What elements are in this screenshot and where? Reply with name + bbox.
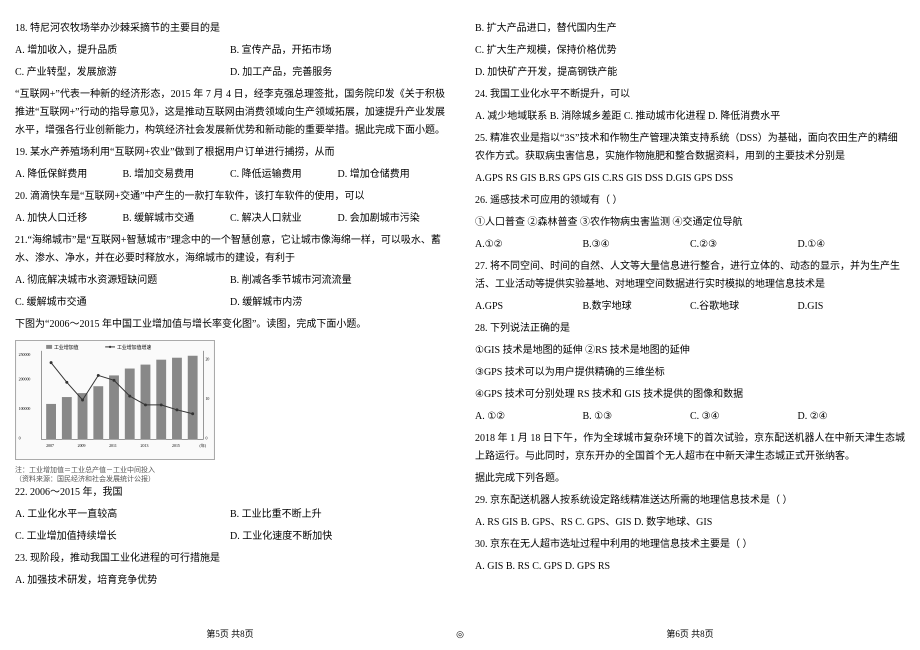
q20-opts: A. 加快人口迁移 B. 缓解城市交通 C. 解决人口就业 D. 会加剧城市污染 xyxy=(15,210,445,228)
q25-stem: 25. 精准农业是指以“3S”技术和作物生产管理决策支持系统（DSS）为基础，面… xyxy=(475,130,905,166)
q22-optB: B. 工业比重不断上升 xyxy=(230,506,445,524)
q21-optC: C. 缓解城市交通 xyxy=(15,294,230,312)
q26-optB: B.③④ xyxy=(583,236,691,254)
q23-optA: A. 加强技术研发，培育竞争优势 xyxy=(15,572,445,590)
svg-text:2015: 2015 xyxy=(172,443,180,448)
q26-optA: A.①② xyxy=(475,236,583,254)
industrial-value-chart: 工业增加值 工业增加值增速 2007 2009 2011 2013 2015 (… xyxy=(15,340,215,460)
svg-text:250000: 250000 xyxy=(19,352,31,357)
q22-opts-row2: C. 工业增加值持续增长 D. 工业化速度不断加快 xyxy=(15,528,445,546)
q26-optD: D.①④ xyxy=(798,236,906,254)
q24-stem: 24. 我国工业化水平不断提升，可以 xyxy=(475,86,905,104)
chart-caption: 注：工业增加值＝工业总产值－工业中间投入 （资料来源：国民经济和社会发展统计公报… xyxy=(15,466,445,484)
right-column: B. 扩大产品进口，替代国内生产 C. 扩大生产规模，保持价格优势 D. 加快矿… xyxy=(460,0,920,650)
passage-jd-robot: 2018 年 1 月 18 日下午，作为全球城市复杂环境下的首次试验，京东配送机… xyxy=(475,430,905,466)
q28-optD: D. ②④ xyxy=(798,408,906,426)
q22-opts-row1: A. 工业化水平一直较高 B. 工业比重不断上升 xyxy=(15,506,445,524)
q28-optA: A. ①② xyxy=(475,408,583,426)
q26-stem: 26. 遥感技术可应用的领域有（ ） xyxy=(475,192,905,210)
q19-optB: B. 增加交易费用 xyxy=(123,166,231,184)
legend-bar: 工业增加值 xyxy=(54,344,79,351)
q19-opts: A. 降低保鲜费用 B. 增加交易费用 C. 降低运输费用 D. 增加仓储费用 xyxy=(15,166,445,184)
q23-optB: B. 扩大产品进口，替代国内生产 xyxy=(475,20,905,38)
q29-opts: A. RS GIS B. GPS、RS C. GPS、GIS D. 数字地球、G… xyxy=(475,514,905,532)
svg-text:2011: 2011 xyxy=(109,443,117,448)
q21-optB: B. 削减各季节城市河流流量 xyxy=(230,272,445,290)
passage-internet-plus: “互联网+”代表一种新的经济形态，2015 年 7 月 4 日，经李克强总理签批… xyxy=(15,86,445,140)
svg-text:100000: 100000 xyxy=(19,406,31,411)
svg-text:0: 0 xyxy=(205,435,207,440)
q29-stem: 29. 京东配送机器人按系统设定路线精准送达所需的地理信息技术是（ ） xyxy=(475,492,905,510)
q28-item4: ④GPS 技术可分别处理 RS 技术和 GIS 技术提供的图像和数据 xyxy=(475,386,905,404)
q22-optD: D. 工业化速度不断加快 xyxy=(230,528,445,546)
svg-text:200000: 200000 xyxy=(19,376,31,381)
q18-optB: B. 宣传产品，开拓市场 xyxy=(230,42,445,60)
q18-optC: C. 产业转型，发展旅游 xyxy=(15,64,230,82)
q18-opts-row2: C. 产业转型，发展旅游 D. 加工产品，完善服务 xyxy=(15,64,445,82)
q20-optC: C. 解决人口就业 xyxy=(230,210,338,228)
svg-text:20: 20 xyxy=(205,357,209,362)
q23-stem: 23. 现阶段，推动我国工业化进程的可行措施是 xyxy=(15,550,445,568)
q18-opts-row1: A. 增加收入，提升品质 B. 宣传产品，开拓市场 xyxy=(15,42,445,60)
q21-opts-row1: A. 彻底解决城市水资源短缺问题 B. 削减各季节城市河流流量 xyxy=(15,272,445,290)
left-column: 18. 特尼河农牧场举办沙棘采摘节的主要目的是 A. 增加收入，提升品质 B. … xyxy=(0,0,460,650)
q27-optD: D.GIS xyxy=(798,298,906,316)
q27-optA: A.GPS xyxy=(475,298,583,316)
q21-optD: D. 缓解城市内涝 xyxy=(230,294,445,312)
q19-optC: C. 降低运输费用 xyxy=(230,166,338,184)
footer-left: 第5页 共8页 xyxy=(0,626,460,642)
q19-optA: A. 降低保鲜费用 xyxy=(15,166,123,184)
chart-intro: 下图为“2006～2015 年中国工业增加值与增长率变化图”。读图，完成下面小题… xyxy=(15,316,445,334)
q23-optD: D. 加快矿产开发，提高钢铁产能 xyxy=(475,64,905,82)
q27-stem: 27. 将不同空间、时间的自然、人文等大量信息进行整合，进行立体的、动态的显示，… xyxy=(475,258,905,294)
q18-stem: 18. 特尼河农牧场举办沙棘采摘节的主要目的是 xyxy=(15,20,445,38)
q18-optA: A. 增加收入，提升品质 xyxy=(15,42,230,60)
svg-text:2009: 2009 xyxy=(78,443,86,448)
q28-stem: 28. 下列说法正确的是 xyxy=(475,320,905,338)
svg-text:(年): (年) xyxy=(200,443,207,448)
q20-optB: B. 缓解城市交通 xyxy=(123,210,231,228)
q26-items: ①人口普查 ②森林普查 ③农作物病虫害监测 ④交通定位导航 xyxy=(475,214,905,232)
binding-mark: ◎ xyxy=(456,626,464,642)
q21-stem: 21.“海绵城市”是“互联网+智慧城市”理念中的一个智慧创意，它让城市像海绵一样… xyxy=(15,232,445,268)
q27-optB: B.数字地球 xyxy=(583,298,691,316)
footer-right: 第6页 共8页 xyxy=(460,626,920,642)
q19-stem: 19. 某水产养殖场利用“互联网+农业”做到了根据用户订单进行捕捞，从而 xyxy=(15,144,445,162)
q28-item3: ③GPS 技术可以为用户提供精确的三维坐标 xyxy=(475,364,905,382)
q28-opts: A. ①② B. ①③ C. ③④ D. ②④ xyxy=(475,408,905,426)
q23-optC: C. 扩大生产规模，保持价格优势 xyxy=(475,42,905,60)
q20-optD: D. 会加剧城市污染 xyxy=(338,210,446,228)
passage-jd-tail: 据此完成下列各题。 xyxy=(475,470,905,488)
q30-opts: A. GIS B. RS C. GPS D. GPS RS xyxy=(475,558,905,576)
q18-optD: D. 加工产品，完善服务 xyxy=(230,64,445,82)
q28-optC: C. ③④ xyxy=(690,408,798,426)
svg-text:10: 10 xyxy=(205,396,209,401)
q27-optC: C.谷歌地球 xyxy=(690,298,798,316)
q22-optA: A. 工业化水平一直较高 xyxy=(15,506,230,524)
chart-svg: 工业增加值 工业增加值增速 2007 2009 2011 2013 2015 (… xyxy=(16,341,214,459)
q19-optD: D. 增加仓储费用 xyxy=(338,166,446,184)
q26-optC: C.②③ xyxy=(690,236,798,254)
svg-text:2007: 2007 xyxy=(46,443,54,448)
legend-line: 工业增加值增速 xyxy=(117,344,151,351)
q30-stem: 30. 京东在无人超市选址过程中利用的地理信息技术主要是（ ） xyxy=(475,536,905,554)
q22-stem: 22. 2006～2015 年，我国 xyxy=(15,484,445,502)
q28-item12: ①GIS 技术是地图的延伸 ②RS 技术是地图的延伸 xyxy=(475,342,905,360)
q24-opts: A. 减少地域联系 B. 消除城乡差距 C. 推动城市化进程 D. 降低消费水平 xyxy=(475,108,905,126)
q21-opts-row2: C. 缓解城市交通 D. 缓解城市内涝 xyxy=(15,294,445,312)
q20-stem: 20. 滴滴快车是“互联网+交通”中产生的一款打车软件，该打车软件的使用，可以 xyxy=(15,188,445,206)
q25-opts: A.GPS RS GIS B.RS GPS GIS C.RS GIS DSS D… xyxy=(475,170,905,188)
q20-optA: A. 加快人口迁移 xyxy=(15,210,123,228)
svg-text:2013: 2013 xyxy=(141,443,149,448)
q28-optB: B. ①③ xyxy=(583,408,691,426)
q22-optC: C. 工业增加值持续增长 xyxy=(15,528,230,546)
svg-text:0: 0 xyxy=(19,435,21,440)
q27-opts: A.GPS B.数字地球 C.谷歌地球 D.GIS xyxy=(475,298,905,316)
q21-optA: A. 彻底解决城市水资源短缺问题 xyxy=(15,272,230,290)
q26-opts: A.①② B.③④ C.②③ D.①④ xyxy=(475,236,905,254)
